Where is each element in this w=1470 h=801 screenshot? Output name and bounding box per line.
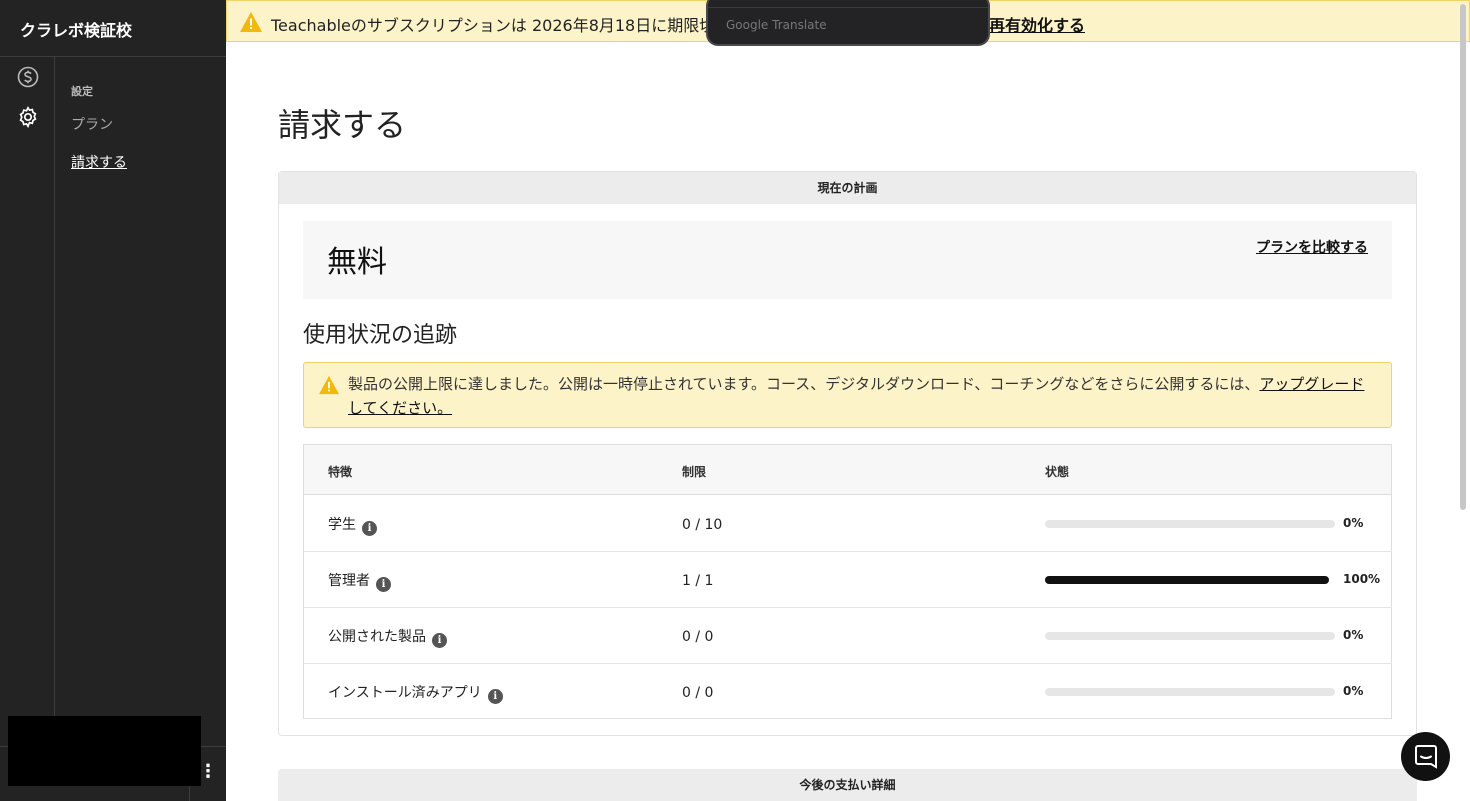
page-title: 請求する: [278, 106, 407, 144]
school-name[interactable]: クラレボ検証校: [20, 17, 132, 41]
main-content: Teachableのサブスクリプションは 2026年8月18日に期限切れ 再有効…: [226, 0, 1470, 801]
compare-plans-link[interactable]: プランを比較する: [1256, 237, 1368, 257]
warning-triangle-icon: [319, 375, 339, 395]
limit-cell: 0 / 10: [682, 517, 723, 533]
table-row: 公開された製品 i 0 / 0 0%: [304, 608, 1391, 664]
table-header: 特徴 制限 状態: [304, 445, 1391, 495]
table-row: 管理者 i 1 / 1 100%: [304, 552, 1391, 608]
usage-progress-bar: [1045, 632, 1335, 640]
usage-percent: 100%: [1343, 572, 1381, 586]
column-header-feature: 特徴: [328, 465, 353, 479]
feature-cell: 学生 i: [328, 514, 377, 536]
usage-progress-fill: [1045, 576, 1329, 584]
usage-progress-bar: [1045, 576, 1329, 584]
feature-cell: 管理者 i: [328, 570, 391, 592]
limit-cell: 0 / 0: [682, 629, 714, 645]
plan-summary: 無料 プランを比較する: [303, 221, 1392, 299]
limit-cell: 0 / 0: [682, 685, 714, 701]
scrollbar[interactable]: [1460, 4, 1466, 510]
info-icon[interactable]: i: [432, 633, 447, 648]
current-plan-card: 現在の計画 無料 プランを比較する 使用状況の追跡 製品の公開上限に達しました。…: [278, 171, 1417, 736]
usage-percent: 0%: [1343, 684, 1364, 698]
google-translate-label: Google Translate: [726, 18, 827, 32]
table-row: インストール済みアプリ i 0 / 0 0%: [304, 664, 1391, 720]
gear-icon[interactable]: [16, 105, 40, 129]
info-icon[interactable]: i: [487, 689, 503, 704]
rail-divider: [54, 57, 55, 717]
publish-limit-alert: 製品の公開上限に達しました。公開は一時停止されています。コース、デジタルダウンロ…: [303, 362, 1392, 428]
usage-percent: 0%: [1343, 516, 1364, 530]
usage-progress-bar: [1045, 520, 1335, 528]
banner-text: Teachableのサブスクリプションは 2026年8月18日に期限切れ: [271, 16, 732, 35]
feature-cell: インストール済みアプリ i: [328, 682, 503, 704]
plan-name: 無料: [327, 245, 387, 280]
sidebar-item-billing[interactable]: 請求する: [71, 152, 127, 172]
table-row: 学生 i 0 / 10 0%: [304, 496, 1391, 552]
google-translate-popup[interactable]: Google Translate: [706, 0, 990, 46]
sidebar-item-plan[interactable]: プラン: [71, 114, 113, 134]
limit-cell: 1 / 1: [682, 573, 714, 589]
dollar-circle-icon[interactable]: [16, 65, 40, 89]
usage-percent: 0%: [1343, 628, 1364, 642]
account-profile[interactable]: [8, 716, 201, 786]
alert-message: 製品の公開上限に達しました。公開は一時停止されています。コース、デジタルダウンロ…: [348, 375, 1260, 393]
column-header-limit: 制限: [682, 465, 707, 479]
nav-section-settings: 設定: [71, 85, 93, 98]
popup-divider: [708, 7, 988, 8]
upcoming-payment-header: 今後の支払い詳細: [278, 769, 1417, 801]
current-plan-header: 現在の計画: [279, 172, 1416, 204]
sidebar-divider: [0, 56, 226, 57]
usage-table: 特徴 制限 状態 学生 i 0 / 10 0% 管理者 i 1 / 1 100% 公…: [303, 444, 1392, 719]
warning-triangle-icon: [240, 12, 262, 32]
sidebar: クラレボ検証校 設定 プラン 請求する ⋮: [0, 0, 226, 801]
column-header-status: 状態: [1045, 465, 1070, 479]
feature-name: 管理者: [328, 573, 370, 589]
feature-name: 学生: [328, 517, 356, 533]
usage-progress-bar: [1045, 688, 1335, 696]
reactivate-link[interactable]: 再有効化する: [989, 12, 1085, 36]
chat-bubble-icon[interactable]: [1401, 732, 1450, 781]
feature-name: 公開された製品: [328, 629, 426, 645]
publish-limit-text: 製品の公開上限に達しました。公開は一時停止されています。コース、デジタルダウンロ…: [348, 372, 1378, 420]
info-icon[interactable]: i: [376, 577, 391, 592]
info-icon[interactable]: i: [362, 521, 377, 536]
feature-cell: 公開された製品 i: [328, 626, 447, 648]
feature-name: インストール済みアプリ: [328, 685, 482, 701]
kebab-menu-icon[interactable]: ⋮: [199, 760, 217, 784]
usage-title: 使用状況の追跡: [303, 323, 458, 348]
